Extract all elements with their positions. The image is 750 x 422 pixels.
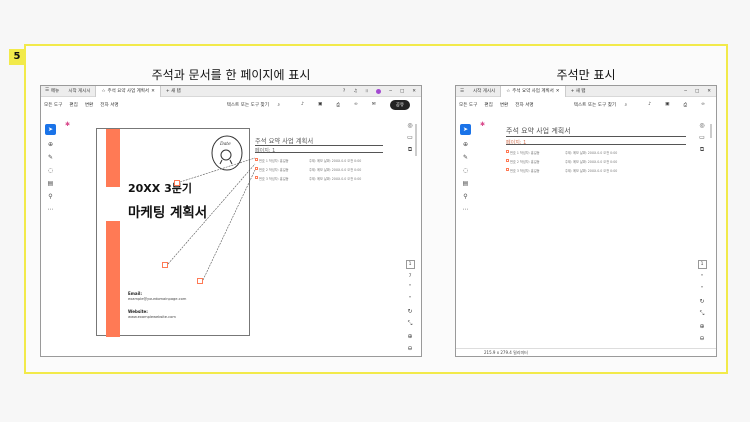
- comment-icon: [255, 167, 258, 170]
- new-tab-button[interactable]: + 새 탭: [566, 86, 591, 97]
- bookmark-icon[interactable]: ▭: [699, 134, 705, 141]
- zoom-out-icon[interactable]: ⊖: [407, 345, 412, 352]
- fit-page-icon[interactable]: ⤡: [700, 310, 705, 318]
- close-window-icon[interactable]: ✕: [707, 89, 711, 94]
- zoom-icon[interactable]: ⊕: [463, 141, 468, 148]
- search-icon: ⌕: [624, 102, 628, 108]
- menu-esign[interactable]: 전자 서명: [515, 102, 533, 108]
- refresh-icon[interactable]: ↻: [407, 308, 412, 315]
- pages-icon[interactable]: ⧉: [408, 146, 412, 154]
- tab-home[interactable]: 시작 게시시: [468, 86, 500, 97]
- comment-summary-panel: 주석 요약 사업 계획서 페이지: 1 번호 1 작성자: 홍길동 주제: 메모 …: [255, 136, 383, 186]
- page-total: 7: [408, 274, 412, 279]
- summary-row[interactable]: 번호 2 작성자: 홍길동 주제: 메모 날짜: 20XX.0.0 오전 0:00: [255, 167, 383, 172]
- comment-summary-panel: 주석 요약 사업 계획서 페이지: 1 번호 1 작성자: 홍길동 주제: 메모 …: [506, 126, 686, 176]
- fit-page-icon[interactable]: ⤡: [408, 320, 413, 328]
- lasso-icon[interactable]: ◌: [463, 167, 468, 174]
- page-up-icon[interactable]: ˄: [409, 284, 412, 291]
- page-navigation: 1 7 ˄ ˅ ↻ ⤡ ⊕ ⊖: [404, 260, 416, 352]
- minimize-icon[interactable]: ─: [684, 89, 687, 94]
- summary-row[interactable]: 번호 1 작성자: 홍길동 주제: 메모 날짜: 20XX.0.0 오전 0:00: [255, 158, 383, 163]
- zoom-in-icon[interactable]: ⊕: [699, 323, 704, 330]
- acrobat-window-right: ☰ 시작 게시시 ☆ 주석 요약 사업 계획서 ✕ + 새 탭 ─ □ ✕ 모든 도…: [455, 85, 717, 357]
- hamburger-icon: ☰: [460, 88, 465, 94]
- page-navigation: 1 ˄ ˅ ↻ ⤡ ⊕ ⊖: [696, 260, 708, 342]
- left-toolbar: ➤ ⊕ ✎ ◌ ▤ ⚲ ⋯: [459, 124, 472, 213]
- maximize-icon[interactable]: □: [695, 89, 699, 94]
- comment-icon: [506, 159, 509, 162]
- pen-icon[interactable]: ✎: [463, 154, 468, 161]
- summary-row[interactable]: 번호 1 작성자: 홍길동 주제: 메모 날짜: 20XX.0.0 오전 0:00: [506, 150, 686, 155]
- scrollbar[interactable]: [710, 124, 712, 138]
- page-size-readout: 215.9 x 279.4 밀리미터: [484, 349, 528, 355]
- headphones-icon[interactable]: ♪: [648, 102, 651, 107]
- tab-document[interactable]: ☆ 주석 요약 사업 계획서 ✕: [500, 86, 566, 97]
- menu-bar: 모든 도구 편집 변환 전자 서명 텍스트 또는 도구 찾기 ⌕ ♪ ▣ ⎙ ∞: [456, 98, 716, 111]
- step-badge: 5: [9, 49, 25, 65]
- menu-all-tools[interactable]: 모든 도구: [459, 102, 477, 108]
- text-box-icon[interactable]: ▤: [463, 180, 469, 187]
- refresh-icon[interactable]: ↻: [699, 298, 704, 305]
- comment-icon: [255, 158, 258, 161]
- comment-icon: [255, 176, 258, 179]
- bookmark-icon[interactable]: ▭: [407, 134, 413, 141]
- link-icon[interactable]: ∞: [701, 102, 705, 107]
- search-tools[interactable]: 텍스트 또는 도구 찾기 ⌕: [574, 102, 634, 108]
- right-panel-top: ◎ ▭ ⧉: [404, 122, 416, 154]
- acrobat-window-left: ☰ 메뉴 시작 게시시 ☆ 주석 요약 사업 계획서 ✕ + 새 탭 ? ♫ ⁝⁝ ─…: [40, 85, 422, 357]
- summary-title: 주석 요약 사업 계획서: [506, 127, 571, 135]
- summary-row[interactable]: 번호 3 작성자: 홍길동 주제: 메모 날짜: 20XX.0.0 오전 0:00: [255, 176, 383, 181]
- select-cursor-icon[interactable]: ➤: [460, 124, 471, 135]
- zoom-in-icon[interactable]: ⊕: [407, 333, 412, 340]
- zoom-out-icon[interactable]: ⊖: [699, 335, 704, 342]
- page-number-box[interactable]: 1: [697, 260, 707, 269]
- summary-row[interactable]: 번호 2 작성자: 홍길동 주제: 메모 날짜: 20XX.0.0 오전 0:00: [506, 159, 686, 164]
- status-bar: 215.9 x 279.4 밀리미터: [456, 348, 716, 356]
- menu-convert[interactable]: 변환: [500, 102, 508, 108]
- right-panel-top: ◎ ▭ ⧉: [696, 122, 708, 154]
- page-down-icon[interactable]: ˅: [701, 286, 704, 293]
- summary-title: 주석 요약 사업 계획서: [255, 138, 314, 145]
- pages-icon[interactable]: ⧉: [700, 146, 704, 154]
- page-down-icon[interactable]: ˅: [409, 296, 412, 303]
- comment-icon: [506, 168, 509, 171]
- more-icon[interactable]: ⋯: [463, 206, 469, 213]
- caption-right: 주석만 표시: [556, 68, 616, 82]
- title-bar: ☰ 시작 게시시 ☆ 주석 요약 사업 계획서 ✕ + 새 탭 ─ □ ✕: [456, 86, 716, 97]
- comment-icon: [506, 150, 509, 153]
- stamp-icon[interactable]: ⚲: [463, 193, 467, 200]
- pin-icon[interactable]: ✱: [480, 121, 485, 128]
- annotation-connectors: [167, 157, 256, 281]
- print-icon[interactable]: ⎙: [683, 102, 687, 108]
- comment-panel-icon[interactable]: ◎: [407, 122, 412, 129]
- page-number-box[interactable]: 1: [405, 260, 415, 269]
- close-tab-icon[interactable]: ✕: [556, 89, 560, 94]
- comment-panel-icon[interactable]: ◎: [699, 122, 704, 129]
- star-icon: ☆: [506, 88, 511, 94]
- save-icon[interactable]: ▣: [665, 102, 669, 107]
- summary-row[interactable]: 번호 3 작성자: 홍길동 주제: 메모 날짜: 20XX.0.0 오전 0:00: [506, 168, 686, 173]
- page-up-icon[interactable]: ˄: [701, 274, 704, 281]
- caption-left: 주석과 문서를 한 페이지에 표시: [151, 68, 311, 82]
- menu-edit[interactable]: 편집: [484, 102, 492, 108]
- menu-button[interactable]: ☰: [456, 89, 468, 94]
